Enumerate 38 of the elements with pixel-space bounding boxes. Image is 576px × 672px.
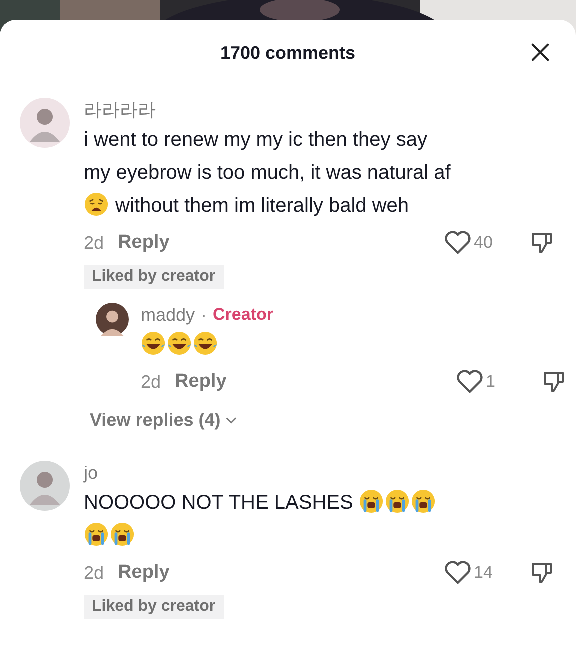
reply-button[interactable]: Reply xyxy=(118,562,170,584)
comment-age: 2d xyxy=(84,562,104,584)
liked-by-creator-tag: Liked by creator xyxy=(84,265,224,289)
crying-emoji-icon xyxy=(110,522,135,547)
view-replies-button[interactable]: View replies (4) xyxy=(90,410,237,431)
laughing-emoji-icon xyxy=(193,331,218,356)
thumbs-down-icon[interactable] xyxy=(530,231,554,255)
like-count: 1 xyxy=(486,372,496,392)
crying-emoji-icon xyxy=(410,489,436,514)
like-count: 40 xyxy=(474,233,494,253)
username[interactable]: 라라라라 xyxy=(84,98,156,122)
avatar[interactable] xyxy=(96,303,129,336)
comment-text: NOOOOO NOT THE LASHES xyxy=(84,487,456,553)
comments-title: 1700 comments xyxy=(220,42,356,64)
username[interactable]: jo xyxy=(84,461,98,485)
weary-emoji-icon xyxy=(84,192,109,217)
laughing-emoji-icon xyxy=(167,331,192,356)
username[interactable]: maddy xyxy=(141,303,196,327)
chevron-down-icon xyxy=(226,416,237,424)
thumbs-down-icon[interactable] xyxy=(542,370,566,394)
creator-label: Creator xyxy=(213,305,274,325)
thumbs-down-icon[interactable] xyxy=(530,561,554,585)
comment-age: 2d xyxy=(84,232,104,254)
reply-button[interactable]: Reply xyxy=(175,371,227,393)
heart-icon[interactable] xyxy=(444,230,472,256)
crying-emoji-icon xyxy=(84,522,109,547)
close-icon[interactable] xyxy=(531,43,550,62)
crying-emoji-icon xyxy=(358,489,384,514)
heart-icon[interactable] xyxy=(456,369,484,395)
laughing-emoji-icon xyxy=(141,331,166,356)
liked-by-creator-tag: Liked by creator xyxy=(84,595,224,619)
comment-text: i went to renew my my ic then they say my eyebrow is too much, it was natural af without them im literally bald weh xyxy=(84,128,452,219)
reply-button[interactable]: Reply xyxy=(118,232,170,254)
heart-icon[interactable] xyxy=(444,560,472,586)
crying-emoji-icon xyxy=(384,489,410,514)
separator-dot: · xyxy=(201,304,208,326)
comment-age: 2d xyxy=(141,372,162,392)
like-count: 14 xyxy=(474,563,494,583)
